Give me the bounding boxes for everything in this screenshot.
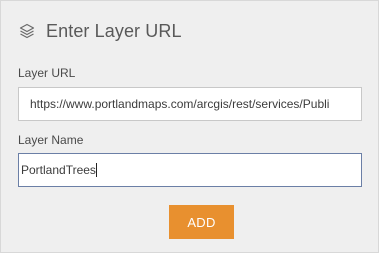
layer-name-value: PortlandTrees [21,163,96,177]
add-button[interactable]: ADD [169,205,234,239]
layer-name-label: Layer Name [18,133,84,147]
layer-url-value: https://www.portlandmaps.com/arcgis/rest… [30,97,330,111]
layer-name-input[interactable]: PortlandTrees [18,153,362,187]
layer-url-label: Layer URL [18,66,76,80]
layer-url-input[interactable]: https://www.portlandmaps.com/arcgis/rest… [18,87,362,121]
layers-icon [18,22,36,40]
panel-title: Enter Layer URL [46,20,182,41]
add-layer-panel: Enter Layer URL Layer URL https://www.po… [0,0,379,253]
panel-header: Enter Layer URL [18,19,182,43]
text-caret [95,162,97,177]
